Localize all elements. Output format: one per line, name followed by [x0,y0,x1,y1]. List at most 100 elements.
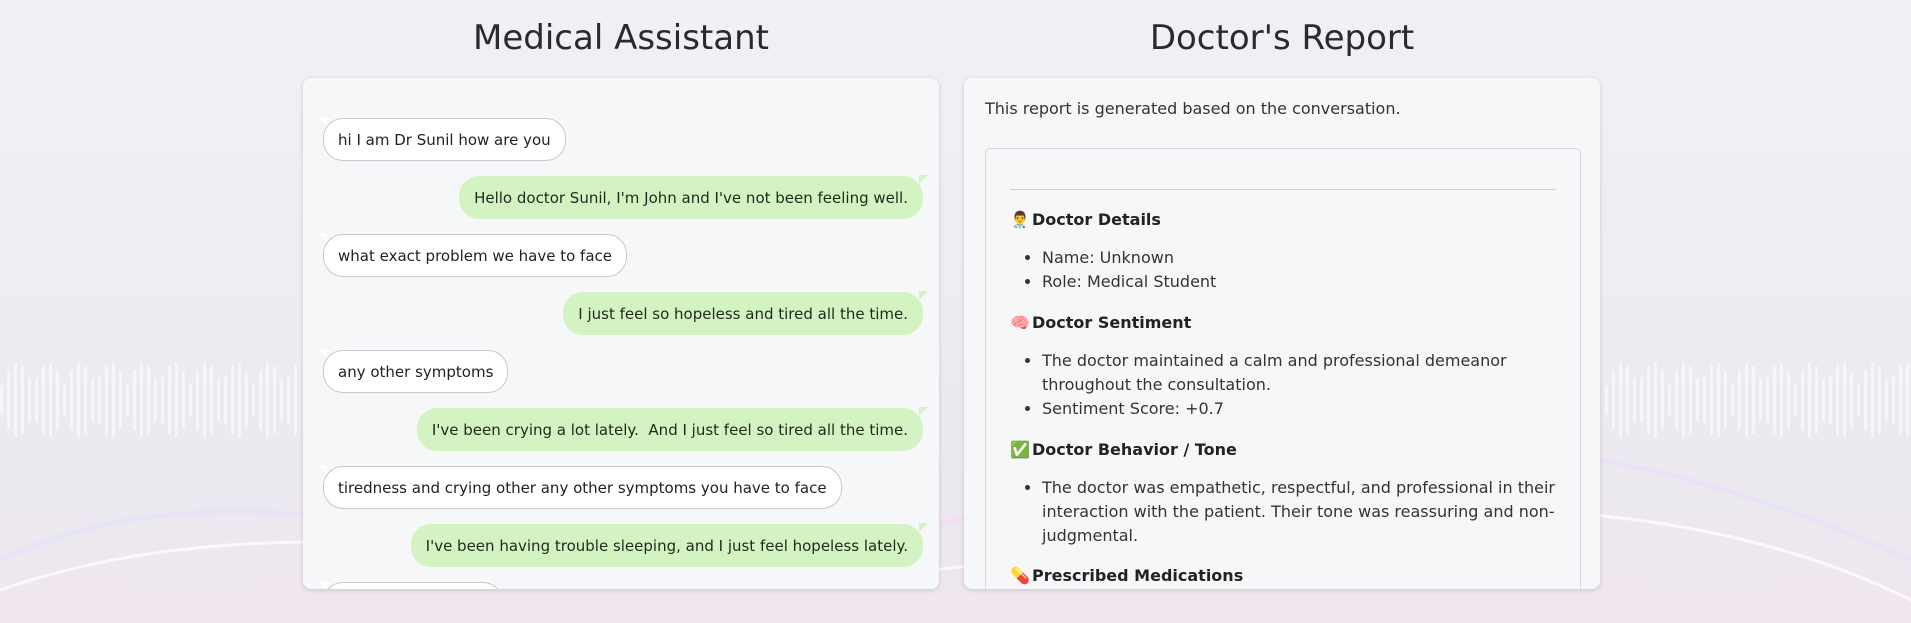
equalizer-bar [7,370,10,430]
equalizer-bar [147,365,150,435]
list-item: Sentiment Score: +0.7 [1042,397,1556,421]
equalizer-bar [1668,384,1671,416]
equalizer-bar [1626,365,1629,435]
list-item: Role: Medical Student [1042,270,1556,294]
equalizer-bar [105,365,108,435]
equalizer-bar [1661,370,1664,430]
equalizer-bar [1605,385,1608,415]
report-divider [1010,189,1556,190]
equalizer-bar [245,371,248,429]
equalizer-bar [1640,377,1643,423]
equalizer-bar [1822,378,1825,422]
doctor-message: any other symptoms [317,349,923,393]
chat-panel[interactable]: hi I am Dr Sunil how are you Hello doctor… [303,78,939,589]
equalizer-bar [56,370,59,430]
patient-message: I've been having trouble sleeping, and I… [323,523,929,567]
message-bubble: I just feel so hopeless and tired all th… [563,291,928,335]
equalizer-bar [91,377,94,423]
equalizer-bar [1724,371,1727,429]
section-title: Doctor Behavior / Tone [1032,440,1237,459]
message-bubble: I've been having trouble sleeping, and I… [410,523,929,567]
equalizer-bar [28,377,31,423]
equalizer-bar [1717,362,1720,438]
report-section-prescribed-medications: 💊 Prescribed Medications [1010,565,1556,587]
equalizer-bar [1689,365,1692,435]
message-bubble [318,581,503,589]
equalizer-bar [175,363,178,437]
brain-icon: 🧠 [1010,313,1030,332]
section-title: Prescribed Medications [1032,566,1244,585]
equalizer-bar [280,378,283,422]
message-bubble: Hello doctor Sunil, I'm John and I've no… [459,175,928,219]
equalizer-bar [1780,363,1783,437]
equalizer-bar [1703,376,1706,424]
equalizer-bar [1899,364,1902,436]
equalizer-bar [189,383,192,417]
equalizer-bar [224,376,227,424]
message-bubble: what exact problem we have to face [318,233,627,277]
equalizer-bar [98,376,101,424]
equalizer-bar [1745,362,1748,438]
section-list: The doctor maintained a calm and profess… [1010,349,1556,421]
equalizer-bar [1738,369,1741,431]
equalizer-bar [238,363,241,437]
message-bubble: tiredness and crying other any other sym… [318,465,842,509]
report-title: Doctor's Report [1149,18,1415,58]
equalizer-bar [1619,362,1622,438]
doctor-message [318,581,923,589]
equalizer-bar [119,371,122,429]
equalizer-bar [1773,365,1776,435]
equalizer-bar [1808,362,1811,438]
check-mark-icon: ✅ [1010,440,1030,459]
equalizer-bar [1801,369,1804,431]
report-section-doctor-details: 👨‍⚕️Doctor Details Name: Unknown Role: M… [1010,209,1556,294]
chat-message-list: hi I am Dr Sunil how are you Hello doctor… [317,117,929,589]
equalizer-bar [1696,377,1699,423]
equalizer-bar [14,362,17,438]
equalizer-bar [84,365,87,435]
equalizer-bar [1892,375,1895,425]
report-panel[interactable]: This report is generated based on the co… [964,78,1600,589]
equalizer-bar [266,362,269,438]
message-bubble: any other symptoms [317,349,509,393]
equalizer-bar [1794,383,1797,417]
equalizer-bar [42,365,45,435]
equalizer-bar [1871,362,1874,438]
background-wave-graphic [0,362,1911,602]
equalizer-bar [1647,365,1650,435]
equalizer-bar [1864,369,1867,431]
equalizer-bar [1612,370,1615,430]
equalizer-bar [21,365,24,435]
pill-icon: 💊 [1010,566,1030,585]
section-title: Doctor Sentiment [1032,313,1192,332]
equalizer-bar [1815,366,1818,434]
equalizer-bar [182,371,185,429]
list-item: The doctor was empathetic, respectful, a… [1042,476,1556,548]
equalizer-bar [35,377,38,423]
equalizer-bar [231,364,234,436]
equalizer-bar [1633,377,1636,423]
equalizer-bar [1829,376,1832,424]
equalizer-bar [1787,371,1790,429]
equalizer-bar [1654,362,1657,438]
equalizer-bar [49,362,52,438]
equalizer-bar [112,362,115,438]
doctor-message: hi I am Dr Sunil how are you [318,117,923,161]
equalizer-bar [1752,365,1755,435]
equalizer-bar [161,376,164,424]
report-intro: This report is generated based on the co… [985,99,1401,118]
report-section-doctor-behavior: ✅Doctor Behavior / Tone The doctor was e… [1010,439,1556,548]
equalizer-bar [1731,384,1734,416]
message-bubble: I've been crying a lot lately. And I jus… [416,407,929,451]
equalizer-bar [203,362,206,438]
equalizer-bar [0,385,3,415]
equalizer-bar [168,365,171,435]
doctor-icon: 👨‍⚕️ [1010,210,1030,229]
equalizer-bar [63,384,66,416]
equalizer-bar [77,362,80,438]
equalizer-bar [217,378,220,422]
equalizer-bar [1850,371,1853,429]
equalizer-bar [1710,365,1713,435]
equalizer-bar [287,375,290,425]
equalizer-bar [259,369,262,431]
